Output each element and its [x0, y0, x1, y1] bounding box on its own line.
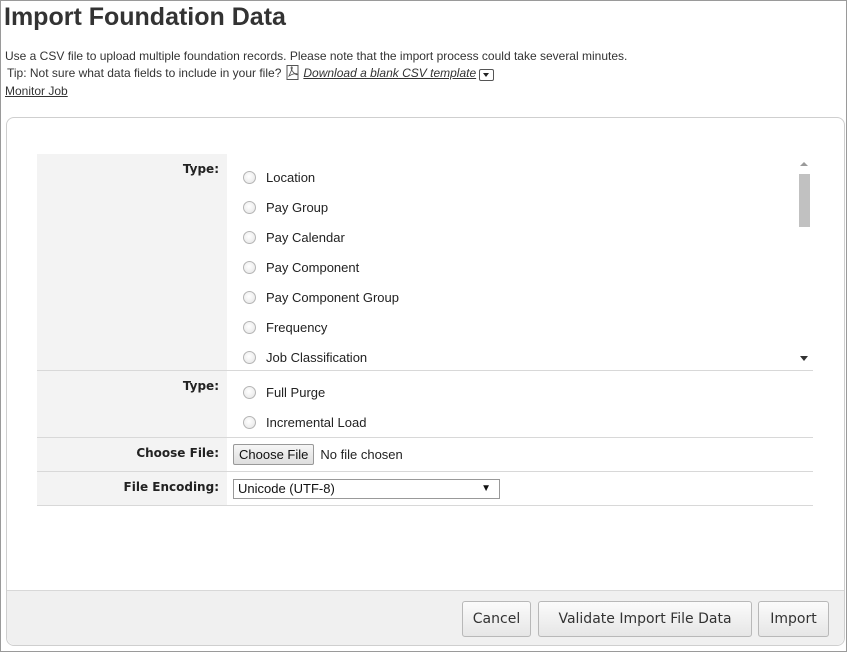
- load-type-field: Full Purge Incremental Load: [227, 371, 813, 437]
- type-option-frequency[interactable]: Frequency: [227, 312, 795, 342]
- triangle-down-icon: ▼: [481, 482, 491, 494]
- file-encoding-row: File Encoding: Unicode (UTF-8) ▼: [37, 472, 813, 506]
- file-status-text: No file chosen: [320, 447, 403, 462]
- tip-line: Tip: Not sure what data fields to includ…: [7, 65, 495, 81]
- type-option-location[interactable]: Location: [227, 162, 795, 192]
- form-footer: Cancel Validate Import File Data Import: [7, 590, 844, 645]
- scroll-up-arrow-icon[interactable]: [800, 162, 808, 166]
- load-type-row: Type: Full Purge Incremental Load: [37, 371, 813, 438]
- radio-button[interactable]: [243, 385, 256, 399]
- type-label: Type:: [37, 154, 227, 370]
- type-row: Type: Location Pay Group Pay Calendar Pa…: [37, 154, 813, 371]
- file-encoding-field: Unicode (UTF-8) ▼: [227, 472, 813, 505]
- validate-import-button[interactable]: Validate Import File Data: [538, 601, 752, 637]
- type-option-pay-component-group[interactable]: Pay Component Group: [227, 282, 795, 312]
- choose-file-field: Choose File No file chosen: [227, 438, 813, 471]
- radio-button[interactable]: [243, 320, 256, 334]
- choose-file-row: Choose File: Choose File No file chosen: [37, 438, 813, 472]
- cancel-button[interactable]: Cancel: [462, 601, 531, 637]
- import-button[interactable]: Import: [758, 601, 829, 637]
- type-option-pay-group[interactable]: Pay Group: [227, 192, 795, 222]
- pdf-file-icon[interactable]: [285, 65, 301, 80]
- file-encoding-label: File Encoding:: [37, 472, 227, 505]
- import-form-card: Type: Location Pay Group Pay Calendar Pa…: [6, 117, 845, 646]
- load-type-label: Type:: [37, 371, 227, 437]
- form-table: Type: Location Pay Group Pay Calendar Pa…: [37, 154, 813, 506]
- page-title: Import Foundation Data: [4, 3, 286, 31]
- option-label: Location: [266, 169, 316, 185]
- option-label: Job Classification: [266, 349, 368, 365]
- radio-button[interactable]: [243, 350, 256, 364]
- choose-file-button[interactable]: Choose File: [233, 444, 315, 465]
- download-template-link[interactable]: Download a blank CSV template: [303, 66, 476, 80]
- option-label: Full Purge: [266, 384, 326, 400]
- type-field: Location Pay Group Pay Calendar Pay Comp…: [227, 154, 813, 370]
- monitor-job-link[interactable]: Monitor Job: [5, 84, 68, 98]
- tip-text: Tip: Not sure what data fields to includ…: [7, 65, 282, 80]
- file-encoding-value: Unicode (UTF-8): [238, 480, 335, 496]
- option-label: Pay Calendar: [266, 229, 345, 245]
- radio-button[interactable]: [243, 230, 256, 244]
- option-label: Pay Component Group: [266, 289, 399, 305]
- file-encoding-select[interactable]: Unicode (UTF-8) ▼: [233, 478, 500, 499]
- page-description: Use a CSV file to upload multiple founda…: [5, 49, 628, 63]
- choose-file-label: Choose File:: [37, 438, 227, 471]
- option-label: Incremental Load: [266, 414, 367, 430]
- scroll-down-arrow-icon[interactable]: [800, 356, 808, 361]
- type-option-pay-component[interactable]: Pay Component: [227, 252, 795, 282]
- type-option-job-classification[interactable]: Job Classification: [227, 342, 795, 370]
- radio-button[interactable]: [243, 260, 256, 274]
- type-option-list: Location Pay Group Pay Calendar Pay Comp…: [227, 154, 795, 370]
- radio-button[interactable]: [243, 200, 256, 214]
- type-option-pay-calendar[interactable]: Pay Calendar: [227, 222, 795, 252]
- option-label: Frequency: [266, 319, 328, 335]
- option-label: Pay Group: [266, 199, 329, 215]
- scrollbar-thumb[interactable]: [799, 174, 810, 227]
- radio-button[interactable]: [243, 290, 256, 304]
- option-label: Pay Component: [266, 259, 360, 275]
- type-list-scrollbar[interactable]: [796, 154, 813, 370]
- load-option-incremental-load[interactable]: Incremental Load: [227, 407, 813, 437]
- radio-button[interactable]: [243, 415, 256, 429]
- load-option-full-purge[interactable]: Full Purge: [227, 377, 813, 407]
- dropdown-menu-icon[interactable]: [479, 68, 495, 81]
- radio-button[interactable]: [243, 170, 256, 184]
